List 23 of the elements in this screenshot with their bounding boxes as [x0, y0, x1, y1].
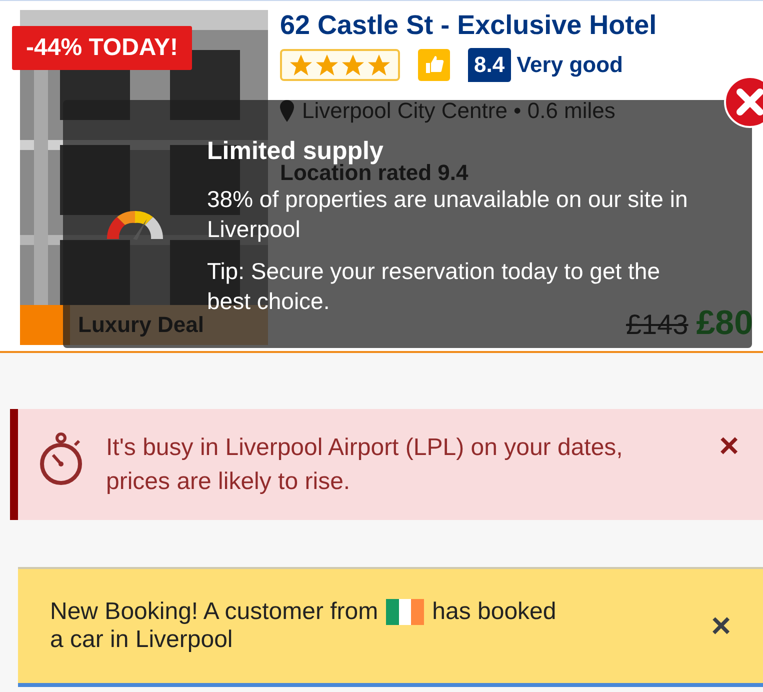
review-score: 8.4	[468, 48, 511, 82]
star-icon	[316, 54, 338, 76]
close-button[interactable]: ×	[711, 611, 731, 641]
tooltip-title: Limited supply	[207, 138, 384, 164]
review-label: Very good	[516, 52, 623, 78]
stopwatch-icon	[40, 431, 84, 487]
star-icon	[342, 54, 364, 76]
notification-text: a car in Liverpool	[50, 626, 233, 654]
discount-badge: -44% TODAY!	[12, 26, 192, 70]
notification-text: New Booking! A customer from	[50, 598, 378, 626]
flag-icon	[386, 599, 424, 625]
star-icon	[368, 54, 390, 76]
thumbs-up-icon	[418, 49, 450, 81]
close-button[interactable]: ×	[719, 431, 739, 461]
price: £80	[696, 304, 753, 343]
tooltip-message: 38% of properties are unavailable on our site in Liverpool	[207, 185, 689, 244]
notification-text: has booked	[432, 598, 556, 626]
close-icon[interactable]	[723, 75, 763, 129]
location-rating: Location rated 9.4	[280, 163, 468, 183]
location-text: Liverpool City Centre • 0.6 miles	[302, 99, 616, 123]
star-icon	[290, 54, 312, 76]
hotel-title[interactable]: 62 Castle St - Exclusive Hotel	[280, 10, 753, 41]
alert-text: It's busy in Liverpool Airport (LPL) on your dates, prices are likely to rise.	[106, 433, 624, 497]
